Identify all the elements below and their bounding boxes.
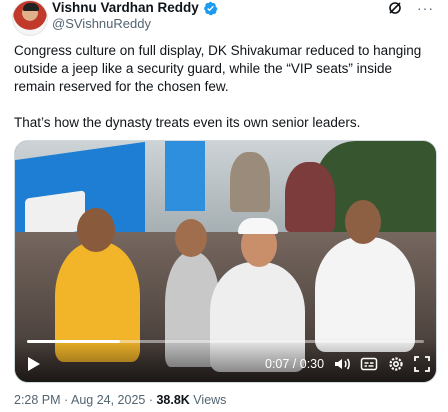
video-person-head [175, 219, 207, 257]
tweet-paragraph: Congress culture on full display, DK Shi… [14, 43, 422, 94]
header-actions: ··· [387, 0, 434, 16]
video-player[interactable]: 0:07 / 0:30 [14, 140, 437, 383]
tweet-meta: 2:28 PM · Aug 24, 2025 · 38.8K Views [14, 392, 226, 408]
video-person [230, 152, 270, 212]
tweet-paragraph: That’s how the dynasty treats even its o… [14, 115, 361, 130]
video-person-cap [238, 218, 278, 234]
captions-icon[interactable] [360, 355, 378, 373]
meta-separator: · [145, 393, 157, 407]
author-display-name[interactable]: Vishnu Vardhan Reddy [52, 0, 199, 16]
meta-separator: · [60, 393, 71, 407]
video-person-head [345, 200, 381, 244]
views-count: 38.8K [156, 393, 190, 407]
grok-icon[interactable] [387, 0, 403, 16]
author-handle[interactable]: @SVishnuReddy [52, 16, 151, 32]
video-person-head [77, 208, 115, 252]
avatar-hair [23, 3, 39, 11]
video-time: 0:07 / 0:30 [265, 357, 325, 371]
tweet-text: Congress culture on full display, DK Shi… [14, 42, 434, 150]
play-icon[interactable] [27, 356, 41, 372]
video-flag [165, 141, 205, 211]
video-controls: 0:07 / 0:30 [15, 338, 436, 382]
verified-badge-icon [203, 1, 218, 15]
post-date[interactable]: Aug 24, 2025 [71, 393, 145, 407]
video-progress-bar[interactable] [27, 340, 424, 343]
settings-icon[interactable] [387, 355, 405, 373]
author-name-row: Vishnu Vardhan Reddy [52, 0, 218, 16]
video-person [285, 162, 335, 232]
post-time[interactable]: 2:28 PM [14, 393, 61, 407]
video-person [315, 237, 415, 352]
author-avatar[interactable] [12, 0, 48, 36]
tweet: Vishnu Vardhan Reddy @SVishnuReddy ··· C… [0, 0, 448, 412]
video-progress-fill [27, 340, 120, 343]
views-label: Views [189, 393, 227, 407]
volume-icon[interactable] [333, 355, 351, 373]
more-horizontal-icon[interactable]: ··· [417, 1, 434, 15]
fullscreen-icon[interactable] [413, 355, 431, 373]
